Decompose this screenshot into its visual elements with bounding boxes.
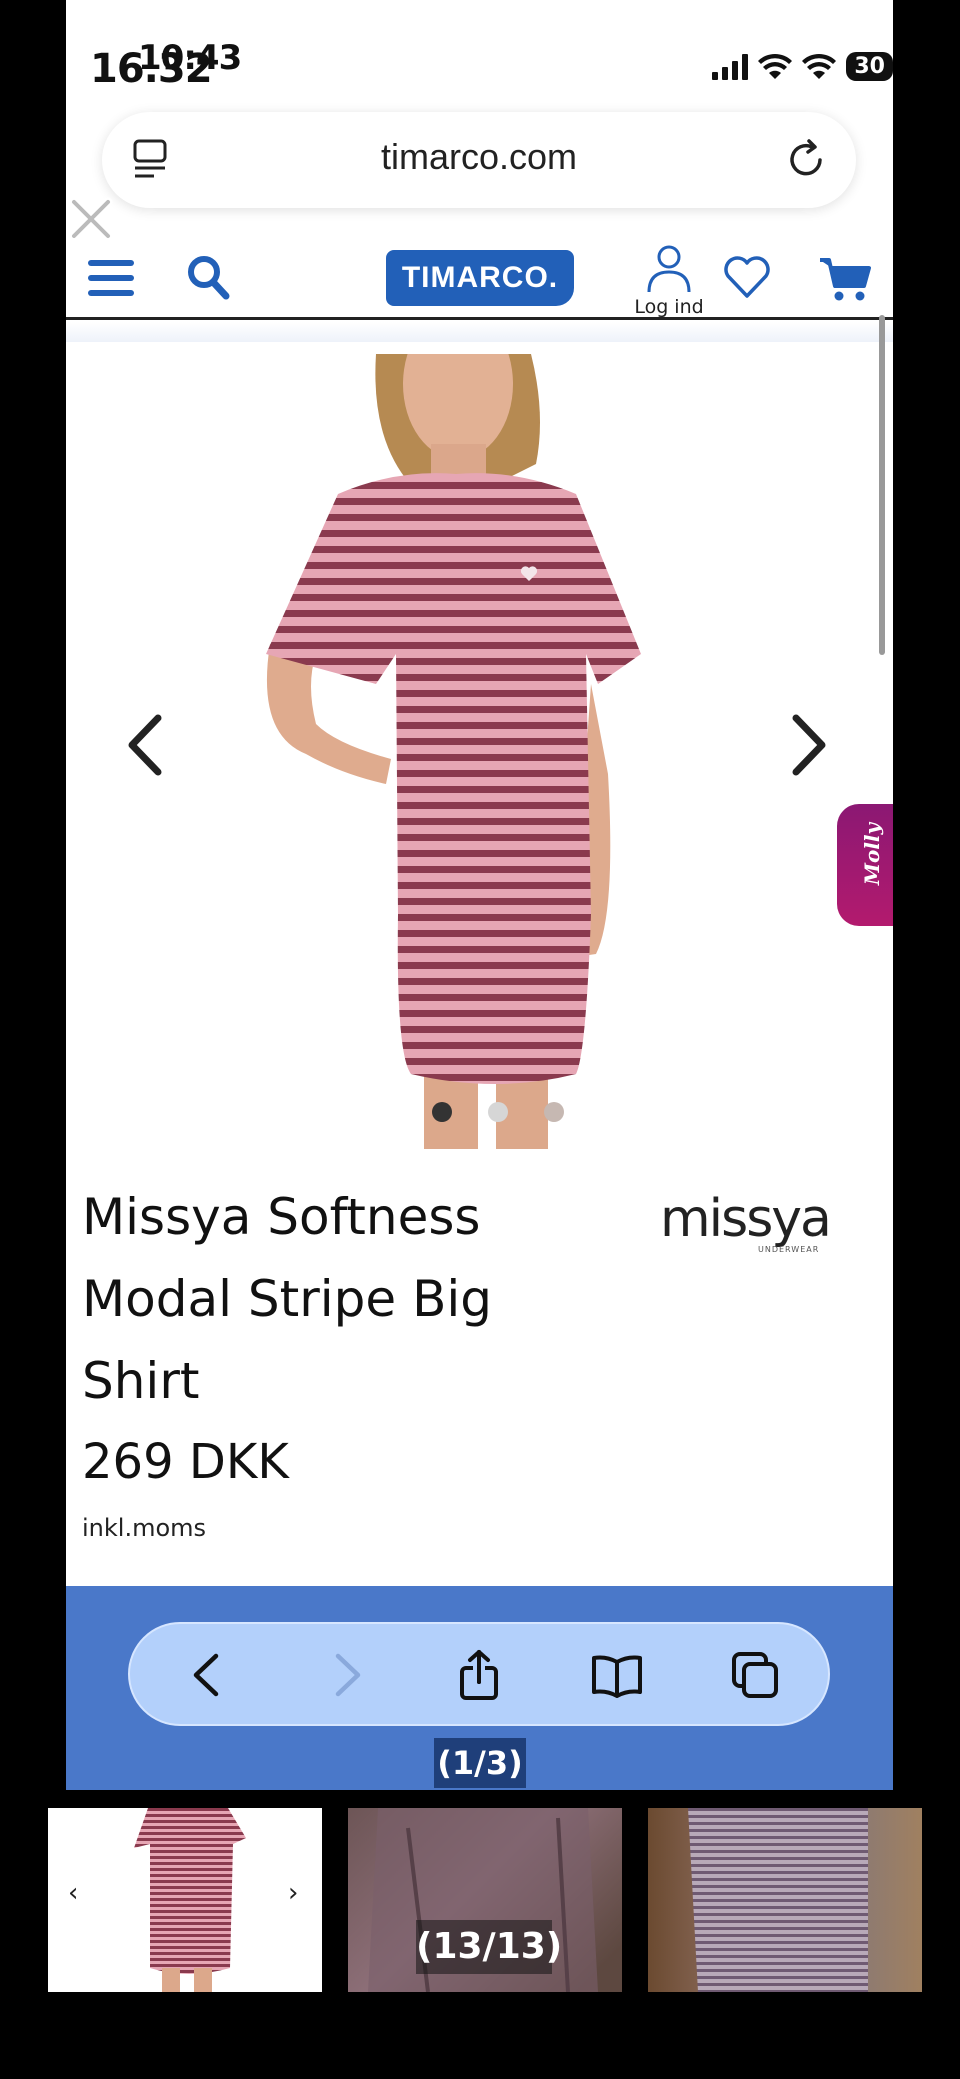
thumbnail-1[interactable]: ‹ › bbox=[48, 1808, 322, 1992]
product-title-line: Shirt bbox=[82, 1352, 200, 1410]
chevron-left-icon: ‹ bbox=[68, 1878, 79, 1908]
browser-toolbar: (1/3) bbox=[66, 1586, 893, 1790]
gallery-dot[interactable] bbox=[431, 1102, 452, 1122]
menu-icon[interactable] bbox=[88, 258, 134, 298]
status-time: 16.32 10:43 bbox=[90, 38, 242, 92]
wifi-icon-secondary bbox=[802, 53, 837, 79]
gallery-next-icon[interactable] bbox=[788, 714, 828, 776]
battery-indicator: 30 bbox=[846, 52, 893, 81]
login-button[interactable]: Log ind bbox=[614, 244, 724, 318]
status-time-overlay: 10:43 bbox=[138, 38, 242, 78]
breadcrumb bbox=[66, 322, 893, 342]
status-icons: 30 bbox=[712, 52, 893, 81]
user-icon bbox=[647, 245, 691, 293]
close-icon[interactable] bbox=[68, 196, 114, 242]
thumbnail-dress-image bbox=[134, 1808, 246, 1992]
brand-logo[interactable]: missya UNDERWEAR bbox=[656, 1192, 876, 1256]
status-bar: 16.32 10:43 30 bbox=[66, 0, 893, 105]
thumbnail-2[interactable]: (13/13) bbox=[348, 1808, 622, 1992]
product-image[interactable] bbox=[246, 354, 666, 1149]
signal-icon bbox=[712, 53, 749, 80]
site-header: TIMARCO. Log ind bbox=[66, 230, 893, 320]
brand-logo-subtext: UNDERWEAR bbox=[758, 1245, 819, 1254]
chevron-right-icon: › bbox=[288, 1878, 299, 1908]
reload-icon[interactable] bbox=[782, 136, 830, 184]
site-logo[interactable]: TIMARCO. bbox=[386, 250, 574, 306]
viewer-counter-secondary: (13/13) bbox=[416, 1920, 562, 1974]
heart-icon[interactable] bbox=[722, 254, 772, 300]
product-price: 269 DKK bbox=[82, 1434, 289, 1490]
thumbnail-3[interactable] bbox=[648, 1808, 922, 1992]
chat-tab-label: Molly bbox=[860, 822, 885, 886]
address-bar[interactable]: timarco.com bbox=[102, 112, 856, 208]
url-text[interactable]: timarco.com bbox=[102, 136, 856, 178]
toolbar-pill bbox=[128, 1622, 830, 1726]
phone-screen: 16.32 10:43 30 timarco.com TIMARCO. Log … bbox=[66, 0, 893, 1790]
product-title: Missya Softness Modal Stripe Big Shirt bbox=[82, 1176, 602, 1422]
cart-icon[interactable] bbox=[820, 256, 872, 302]
forward-icon[interactable] bbox=[320, 1648, 374, 1702]
gallery-prev-icon[interactable] bbox=[126, 714, 166, 776]
scrollbar[interactable] bbox=[879, 315, 885, 655]
gallery-dots bbox=[66, 1102, 893, 1122]
thumbnail-photo-3 bbox=[688, 1808, 868, 1992]
wifi-icon bbox=[758, 53, 793, 79]
brand-logo-text: missya bbox=[660, 1192, 830, 1249]
viewer-counter: (1/3) bbox=[434, 1738, 526, 1788]
share-icon[interactable] bbox=[452, 1648, 506, 1702]
tabs-icon[interactable] bbox=[728, 1648, 782, 1702]
vat-note: inkl.moms bbox=[82, 1514, 207, 1542]
bookmarks-icon[interactable] bbox=[590, 1648, 644, 1702]
search-icon[interactable] bbox=[186, 254, 230, 300]
gallery-dot[interactable] bbox=[543, 1102, 564, 1122]
back-icon[interactable] bbox=[180, 1648, 234, 1702]
product-gallery: Molly bbox=[66, 342, 893, 1152]
thumbnail-strip: ‹ › (13/13) bbox=[0, 1808, 960, 1992]
product-title-line: Missya Softness bbox=[82, 1188, 481, 1246]
screenshot-root: 16.32 10:43 30 timarco.com TIMARCO. Log … bbox=[0, 0, 960, 2079]
product-title-line: Modal Stripe Big bbox=[82, 1270, 493, 1328]
login-label: Log ind bbox=[634, 296, 704, 318]
gallery-dot[interactable] bbox=[487, 1102, 508, 1122]
chat-tab[interactable]: Molly bbox=[837, 804, 893, 926]
